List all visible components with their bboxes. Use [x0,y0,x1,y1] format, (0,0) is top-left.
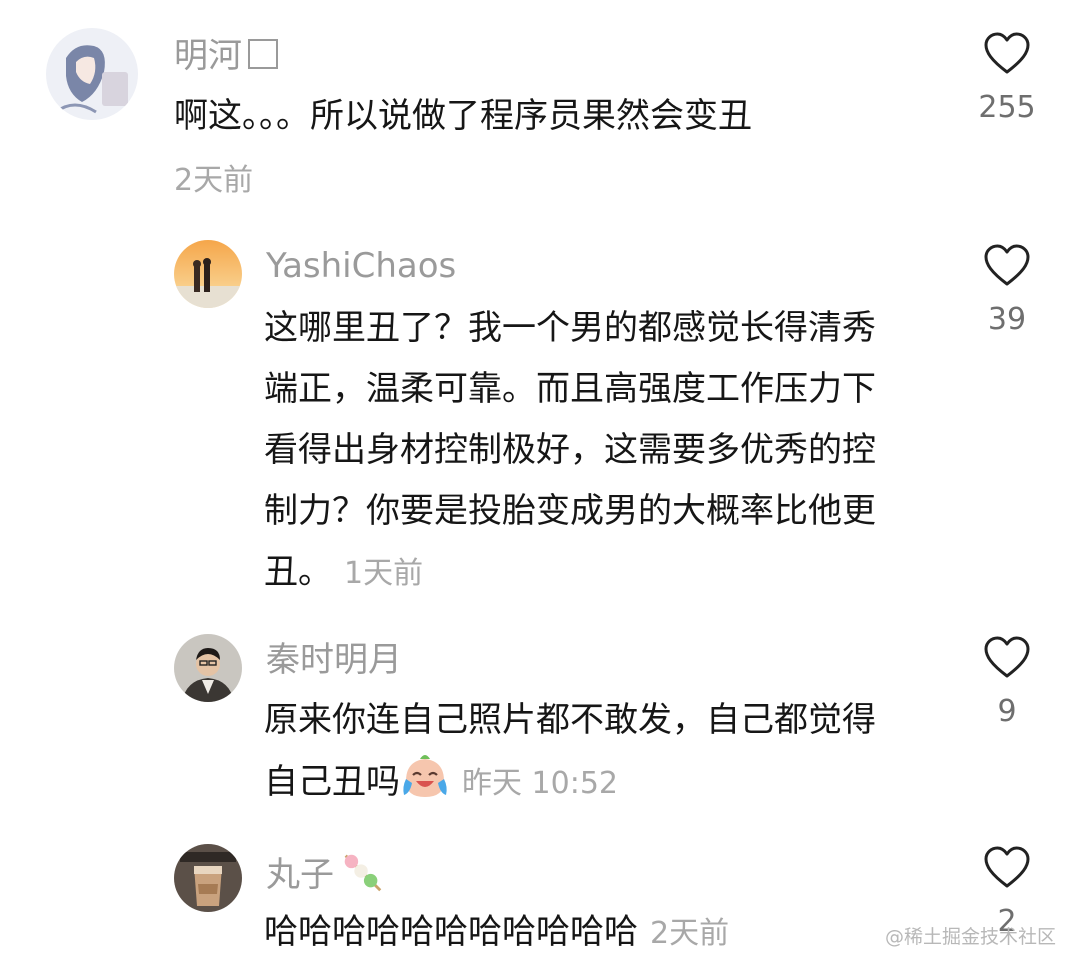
like-count: 9 [997,694,1017,729]
user-avatar[interactable] [174,634,242,702]
reply-text: 这哪里丑了？我一个男的都感觉长得清秀端正，温柔可靠。而且高强度工作压力下看得出身… [264,308,876,592]
reply-time: 昨天 10:52 [462,766,618,801]
like-button[interactable]: 9 [967,636,1047,734]
reply-username[interactable]: YashiChaos [266,244,456,288]
comment-username[interactable]: 明河 [174,34,278,78]
like-count: 255 [978,90,1036,125]
sunset-couple-avatar-icon [174,240,242,308]
man-in-suit-avatar-icon [174,634,242,702]
square-icon [248,39,278,69]
like-count: 39 [987,302,1027,337]
anime-girl-avatar-icon [46,28,138,120]
coffee-cup-avatar-icon [174,844,242,912]
reply-text: 原来你连自己照片都不敢发，自己都觉得自己丑吗 昨天 10:52 [264,700,876,802]
reply-username[interactable]: 秦时明月 [266,638,402,682]
user-avatar[interactable] [174,844,242,912]
heart-icon [984,32,1030,74]
reply-time: 2天前 [650,916,730,951]
user-avatar[interactable] [46,28,138,120]
user-avatar[interactable] [174,240,242,308]
reply-time: 1天前 [344,556,424,591]
watermark: @稀土掘金技术社区 [884,926,1056,948]
heart-icon [984,636,1030,678]
like-button[interactable]: 39 [967,244,1047,342]
reply-username[interactable]: 丸子 [266,848,386,897]
comment-text: 啊这。。。所以说做了程序员果然会变丑 [174,96,752,136]
reply-text: 哈哈哈哈哈哈哈哈哈哈哈 2天前 [264,912,730,952]
crying-laughing-emoji-icon [403,755,447,797]
heart-icon [984,846,1030,888]
like-button[interactable]: 255 [967,32,1047,130]
comment-time: 2天前 [174,163,254,198]
dango-emoji-icon [344,854,382,892]
heart-icon [984,244,1030,286]
